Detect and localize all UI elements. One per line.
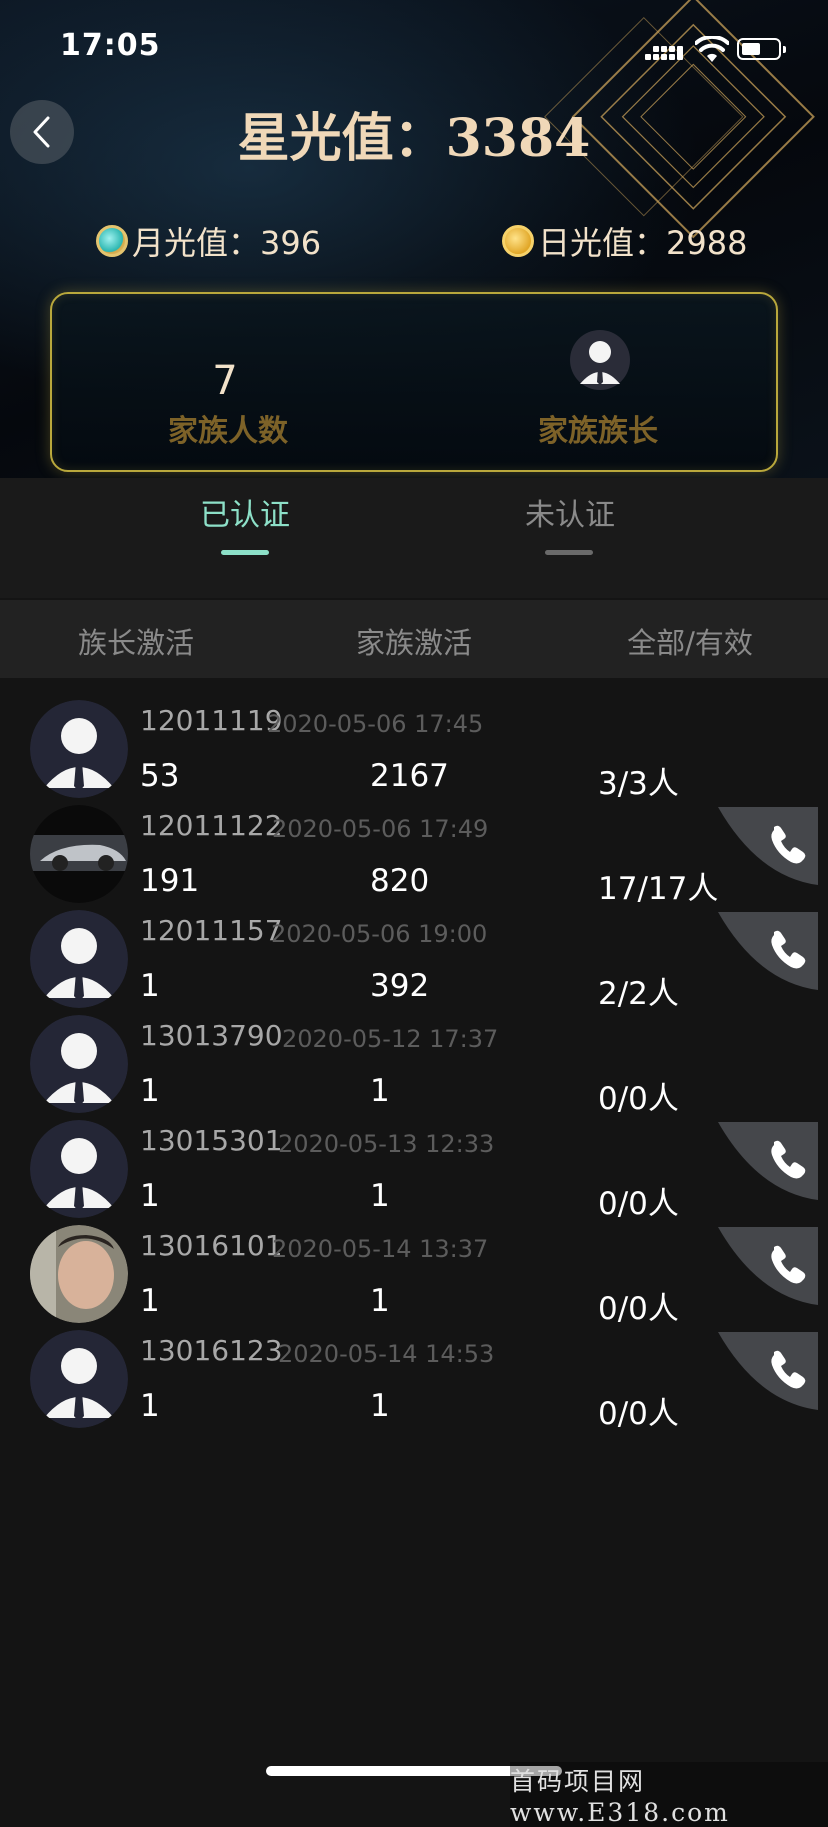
member-date: 2020-05-14 13:37 <box>272 1235 489 1263</box>
leader-active-value: 1 <box>140 968 160 1004</box>
leader-active-value: 1 <box>140 1073 160 1109</box>
total-valid-value: 0/0人 <box>598 1081 679 1117</box>
sun-coin-icon <box>502 225 534 257</box>
total-valid-value: 17/17人 <box>598 871 719 907</box>
family-leader-avatar[interactable] <box>570 330 630 390</box>
member-avatar[interactable] <box>30 1225 128 1323</box>
list-item[interactable]: 12011119 2020-05-06 17:45 53 2167 3/3人 <box>0 700 828 820</box>
member-date: 2020-05-06 17:49 <box>272 815 489 843</box>
phone-icon <box>718 1227 818 1305</box>
leader-active-value: 191 <box>140 863 200 899</box>
member-id: 12011119 <box>140 704 283 737</box>
list-item[interactable]: 13016123 2020-05-14 14:53 1 1 0/0人 <box>0 1330 828 1450</box>
call-button[interactable] <box>718 807 818 885</box>
member-id: 13016101 <box>140 1229 283 1262</box>
call-button[interactable] <box>718 1332 818 1410</box>
moon-coin-icon <box>96 225 128 257</box>
tab-bar <box>0 478 828 598</box>
wifi-icon <box>695 36 729 62</box>
member-id: 13016123 <box>140 1334 283 1367</box>
star-value-title: 星光值：3384 <box>237 108 591 169</box>
family-active-value: 1 <box>370 1388 390 1424</box>
monthly-value-text: 月光值：396 <box>132 224 322 262</box>
list-item[interactable]: 13013790 2020-05-12 17:37 1 1 0/0人 <box>0 1015 828 1135</box>
list-item[interactable]: 12011157 2020-05-06 19:00 1 392 2/2人 <box>0 910 828 1030</box>
total-valid-value: 0/0人 <box>598 1186 679 1222</box>
status-time: 17:05 <box>60 28 161 63</box>
family-active-value: 392 <box>370 968 430 1004</box>
call-button[interactable] <box>718 1122 818 1200</box>
call-button[interactable] <box>718 912 818 990</box>
member-date: 2020-05-12 17:37 <box>282 1025 499 1053</box>
member-id: 13015301 <box>140 1124 283 1157</box>
column-header-total-valid: 全部/有效 <box>627 626 753 660</box>
member-date: 2020-05-14 14:53 <box>278 1340 495 1368</box>
column-header-family-active: 家族激活 <box>355 626 472 660</box>
daily-value: 日光值：2988 <box>502 218 747 264</box>
battery-icon <box>737 38 786 60</box>
tab-verified-indicator <box>221 550 269 555</box>
member-id: 13013790 <box>140 1019 283 1052</box>
leader-active-value: 1 <box>140 1178 160 1214</box>
list-item[interactable]: 13015301 2020-05-13 12:33 1 1 0/0人 <box>0 1120 828 1240</box>
call-button[interactable] <box>718 1227 818 1305</box>
total-valid-value: 3/3人 <box>598 766 679 802</box>
member-avatar[interactable] <box>30 1330 128 1428</box>
header-banner: 17:05 星光值：3384 月光值：396 日光值：2988 7 家族人数 家… <box>0 0 828 478</box>
member-avatar[interactable] <box>30 1015 128 1113</box>
family-member-count: 7 <box>212 358 238 404</box>
member-avatar[interactable] <box>30 1120 128 1218</box>
cellular-signal-icon <box>645 46 683 60</box>
total-valid-value: 0/0人 <box>598 1396 679 1432</box>
family-active-value: 1 <box>370 1178 390 1214</box>
tab-verified[interactable]: 已认证 <box>145 490 345 534</box>
tab-unverified-indicator <box>545 550 593 555</box>
member-avatar[interactable] <box>30 805 128 903</box>
column-header-leader-active: 族长激活 <box>77 626 194 660</box>
member-date: 2020-05-06 17:45 <box>267 710 484 738</box>
phone-icon <box>718 1122 818 1200</box>
list-item[interactable]: 12011122 2020-05-06 17:49 191 820 17/17人 <box>0 805 828 925</box>
leader-active-value: 1 <box>140 1388 160 1424</box>
family-member-count-label: 家族人数 <box>168 414 288 449</box>
daily-value-text: 日光值：2988 <box>538 224 748 262</box>
watermark-text: 首码项目网 www.E318.com <box>510 1762 828 1827</box>
phone-icon <box>718 912 818 990</box>
family-active-value: 1 <box>370 1283 390 1319</box>
family-active-value: 820 <box>370 863 430 899</box>
leader-active-value: 1 <box>140 1283 160 1319</box>
member-avatar[interactable] <box>30 910 128 1008</box>
member-id: 12011122 <box>140 809 283 842</box>
family-leader-label: 家族族长 <box>538 414 658 449</box>
list-item[interactable]: 13016101 2020-05-14 13:37 1 1 0/0人 <box>0 1225 828 1345</box>
leader-active-value: 53 <box>140 758 180 794</box>
monthly-value: 月光值：396 <box>96 218 321 264</box>
member-date: 2020-05-06 19:00 <box>271 920 488 948</box>
family-active-value: 2167 <box>370 758 449 794</box>
total-valid-value: 2/2人 <box>598 976 679 1012</box>
family-active-value: 1 <box>370 1073 390 1109</box>
phone-icon <box>718 1332 818 1410</box>
phone-icon <box>718 807 818 885</box>
status-icons <box>645 34 790 64</box>
total-valid-value: 0/0人 <box>598 1291 679 1327</box>
tab-unverified[interactable]: 未认证 <box>470 490 670 534</box>
member-avatar[interactable] <box>30 700 128 798</box>
member-id: 12011157 <box>140 914 283 947</box>
member-date: 2020-05-13 12:33 <box>278 1130 495 1158</box>
